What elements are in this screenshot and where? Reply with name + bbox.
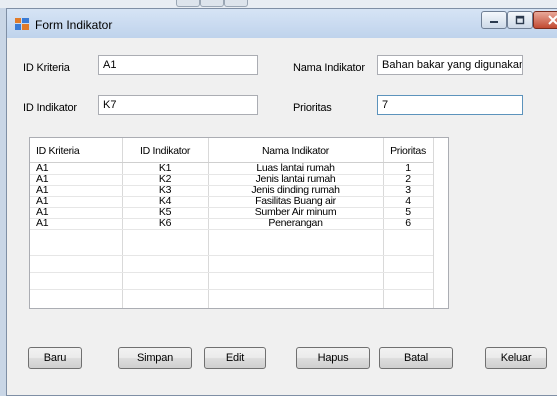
- maximize-button[interactable]: [507, 11, 533, 29]
- form-window-icon: [15, 18, 29, 30]
- prioritas-label: Prioritas: [293, 102, 332, 114]
- background-window-button: [200, 0, 224, 7]
- edit-button[interactable]: Edit: [204, 347, 266, 369]
- minimize-icon: [490, 21, 498, 23]
- table-cell[interactable]: A1: [36, 218, 49, 229]
- grid-body: ID Kriteria ID Indikator Nama Indikator …: [30, 138, 434, 308]
- hapus-button[interactable]: Hapus: [296, 347, 370, 369]
- background-window-button: [224, 0, 248, 7]
- desktop-background: [0, 0, 557, 8]
- row-divider: [30, 272, 433, 273]
- table-cell[interactable]: K6: [122, 218, 208, 229]
- close-button[interactable]: [533, 11, 557, 29]
- id-indikator-label: ID Indikator: [23, 102, 77, 114]
- simpan-button[interactable]: Simpan: [118, 347, 192, 369]
- table-cell[interactable]: 6: [383, 218, 433, 229]
- background-window-button: [176, 0, 200, 7]
- table-cell[interactable]: Penerangan: [208, 218, 383, 229]
- nama-indikator-input[interactable]: Bahan bakar yang digunakan: [377, 55, 523, 75]
- maximize-icon: [515, 15, 525, 25]
- batal-button[interactable]: Batal: [379, 347, 453, 369]
- minimize-button[interactable]: [481, 11, 507, 29]
- id-kriteria-label: ID Kriteria: [23, 62, 70, 74]
- keluar-button[interactable]: Keluar: [485, 347, 547, 369]
- prioritas-input[interactable]: 7: [377, 95, 523, 115]
- id-indikator-input[interactable]: K7: [98, 95, 258, 115]
- id-kriteria-input[interactable]: A1: [98, 55, 258, 75]
- form-indikator-window: Form Indikator ID Kriteria A1 Nama Indik…: [6, 8, 557, 396]
- baru-button[interactable]: Baru: [28, 347, 82, 369]
- window-title: Form Indikator: [35, 18, 113, 32]
- column-header-prioritas[interactable]: Prioritas: [383, 145, 433, 157]
- column-header-nama-indikator[interactable]: Nama Indikator: [208, 145, 383, 157]
- close-icon: [548, 15, 557, 25]
- column-header-id-kriteria[interactable]: ID Kriteria: [36, 145, 80, 157]
- indikator-data-grid[interactable]: ID Kriteria ID Indikator Nama Indikator …: [29, 137, 449, 309]
- row-divider: [30, 289, 433, 290]
- column-header-id-indikator[interactable]: ID Indikator: [140, 145, 190, 157]
- title-bar[interactable]: Form Indikator: [7, 9, 557, 38]
- nama-indikator-label: Nama Indikator: [293, 62, 365, 74]
- row-divider: [30, 255, 433, 256]
- row-divider: [30, 229, 433, 230]
